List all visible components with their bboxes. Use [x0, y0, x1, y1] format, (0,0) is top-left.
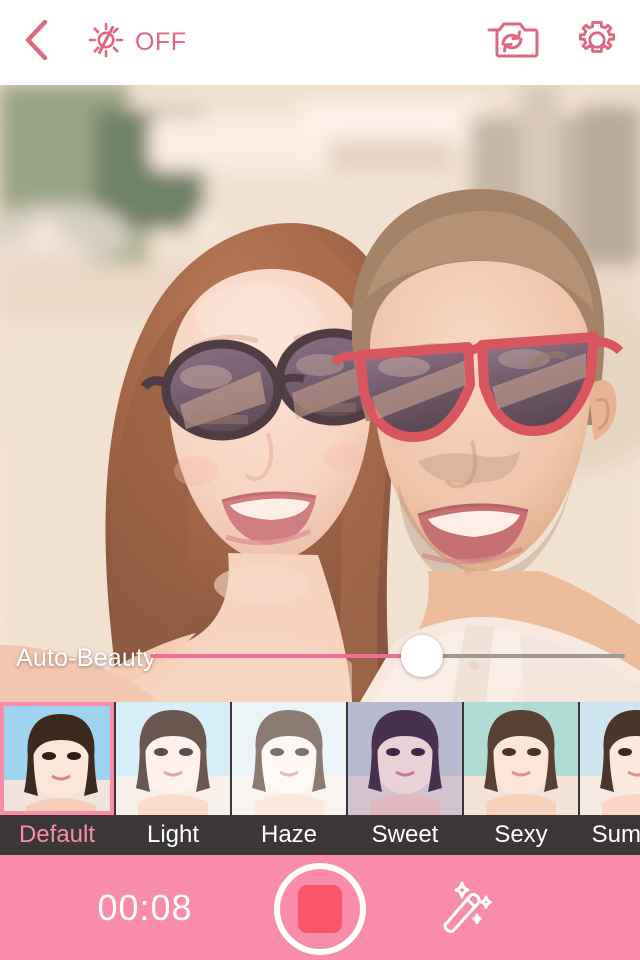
slider-track[interactable]	[150, 654, 625, 658]
filter-thumbnail	[0, 702, 114, 815]
filter-item-light[interactable]: Light	[116, 702, 230, 855]
slider-fill	[150, 654, 422, 658]
filter-thumbnail	[464, 702, 578, 815]
filter-item-default[interactable]: Default	[0, 702, 114, 855]
filter-carousel[interactable]: Default Light Haze Sweet Sexy Sum	[0, 702, 640, 855]
camera-flip-button[interactable]	[470, 0, 554, 85]
filter-item-sweet[interactable]: Sweet	[348, 702, 462, 855]
filter-label: Default	[18, 821, 96, 848]
filter-row: Default Light Haze Sweet Sexy Sum	[0, 702, 640, 855]
auto-beauty-label: Auto-Beauty	[16, 644, 156, 672]
stop-recording-button[interactable]	[274, 863, 366, 955]
camera-flip-icon	[485, 17, 539, 68]
auto-beauty-slider[interactable]: Auto-Beauty	[0, 628, 640, 688]
flash-off-icon	[86, 20, 126, 65]
magic-wand-icon	[437, 877, 495, 938]
filter-thumbnail	[348, 702, 462, 815]
filter-thumbnail	[116, 702, 230, 815]
filter-label: Haze	[260, 821, 318, 848]
camera-preview[interactable]	[0, 85, 640, 702]
filter-label: Summer	[591, 821, 640, 848]
filter-label: Sweet	[371, 821, 439, 848]
top-toolbar: OFF	[0, 0, 640, 85]
stop-recording-icon	[298, 885, 342, 933]
preview-image	[0, 85, 640, 702]
filter-thumbnail	[232, 702, 346, 815]
filter-label: Sexy	[494, 821, 548, 848]
bottom-toolbar: 00:08	[0, 855, 640, 960]
recording-timer: 00:08	[97, 886, 193, 928]
chevron-left-icon	[21, 18, 51, 67]
back-button[interactable]	[0, 0, 72, 85]
filter-item-sexy[interactable]: Sexy	[464, 702, 578, 855]
settings-button[interactable]	[554, 0, 640, 85]
filter-item-haze[interactable]: Haze	[232, 702, 346, 855]
filter-thumbnail	[580, 702, 640, 815]
filter-label: Light	[146, 821, 200, 848]
flash-toggle-button[interactable]: OFF	[72, 0, 187, 85]
gear-icon	[573, 16, 621, 69]
camera-app-screen: OFF Auto-Beauty Default Light Haze Sweet…	[0, 0, 640, 960]
filter-item-summer[interactable]: Summer	[580, 702, 640, 855]
flash-status-label: OFF	[135, 28, 187, 56]
magic-effects-button[interactable]	[420, 875, 512, 940]
slider-thumb[interactable]	[401, 635, 443, 677]
